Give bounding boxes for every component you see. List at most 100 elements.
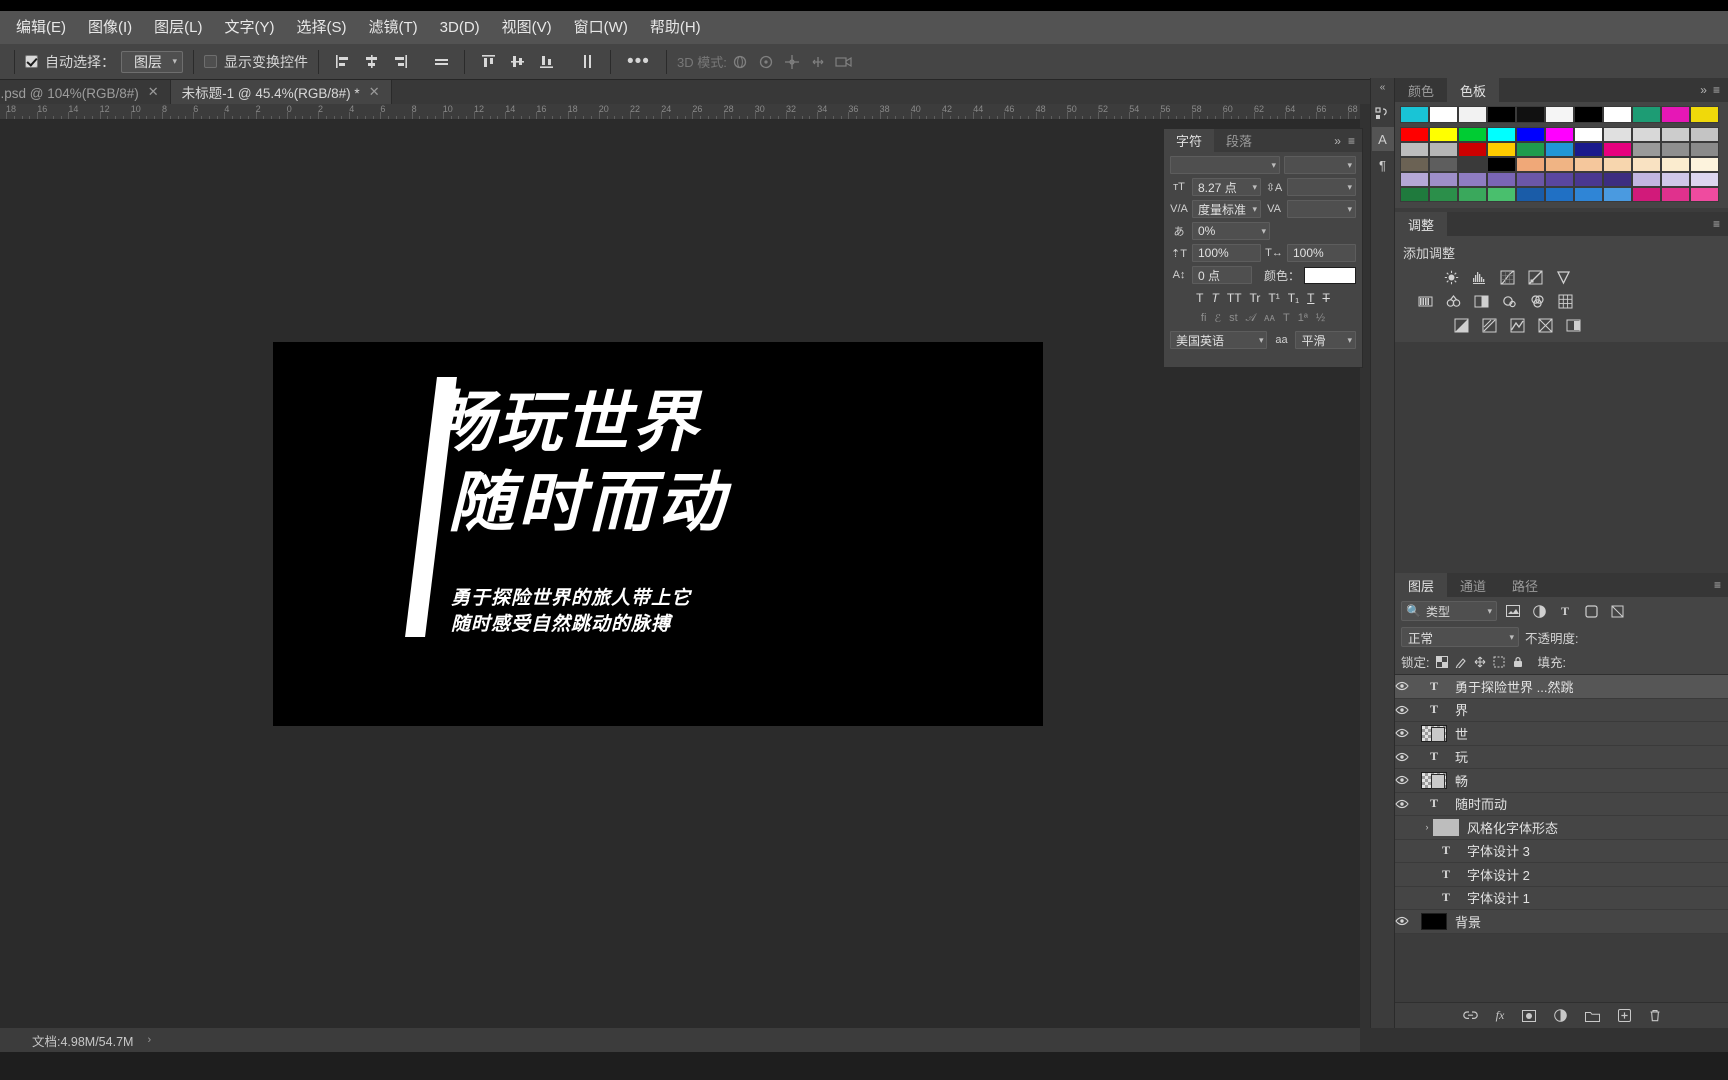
color-swatch[interactable] (1632, 187, 1661, 202)
color-swatch[interactable] (1400, 172, 1429, 187)
panel-menu-icon[interactable]: ≡ (1713, 217, 1720, 231)
color-swatch[interactable] (1690, 127, 1719, 142)
collapse-panels-icon[interactable]: « (1380, 82, 1386, 93)
color-swatch[interactable] (1690, 157, 1719, 172)
color-swatch[interactable] (1400, 157, 1429, 172)
color-swatch[interactable] (1574, 157, 1603, 172)
close-icon[interactable]: ✕ (148, 84, 159, 100)
color-swatch[interactable] (1487, 172, 1516, 187)
layer-row[interactable]: T玩 (1395, 745, 1728, 769)
shape-filter-icon[interactable] (1581, 601, 1601, 621)
color-swatch[interactable] (1458, 187, 1487, 202)
eye-icon[interactable] (1395, 916, 1421, 926)
layer-filter-dropdown[interactable]: 🔍 类型 ▾ (1401, 601, 1497, 621)
character-icon[interactable]: A (1371, 127, 1394, 151)
menu-item-5[interactable]: 滤镜(T) (358, 16, 429, 39)
color-swatch[interactable] (1458, 172, 1487, 187)
color-swatch[interactable] (1429, 187, 1458, 202)
lock-artboard-icon[interactable] (1493, 656, 1505, 668)
color-swatch[interactable] (1690, 172, 1719, 187)
panel-expand-icon[interactable]: » (1334, 134, 1341, 148)
color-swatch[interactable] (1661, 127, 1690, 142)
leading-input[interactable]: ▾ (1287, 178, 1356, 196)
tracking-input[interactable]: ▾ (1287, 200, 1356, 218)
align-top-edges-button[interactable] (428, 49, 454, 75)
levels-icon[interactable] (1469, 268, 1489, 286)
color-swatch[interactable] (1574, 127, 1603, 142)
menu-item-9[interactable]: 帮助(H) (639, 16, 712, 39)
color-swatch[interactable] (1632, 106, 1661, 123)
color-swatch[interactable] (1574, 187, 1603, 202)
photo-filter-icon[interactable] (1499, 292, 1519, 310)
color-swatch[interactable] (1690, 187, 1719, 202)
color-swatch[interactable] (1661, 172, 1690, 187)
brightness-icon[interactable] (1441, 268, 1461, 286)
ordinals-button[interactable]: 1ª (1298, 312, 1308, 325)
panel-expand-icon[interactable]: » (1700, 83, 1707, 97)
contextual-alternates-button[interactable]: ℰ (1214, 312, 1221, 325)
tab-color[interactable]: 颜色 (1395, 78, 1447, 102)
color-swatch[interactable] (1429, 127, 1458, 142)
eye-icon[interactable] (1395, 705, 1421, 715)
fractions-button[interactable]: ½ (1316, 312, 1325, 325)
menu-item-3[interactable]: 文字(Y) (214, 16, 286, 39)
channel-mixer-icon[interactable] (1527, 292, 1547, 310)
color-swatch[interactable] (1516, 127, 1545, 142)
tab-paragraph[interactable]: 段落 (1214, 129, 1264, 152)
layer-row[interactable]: 畅 (1395, 769, 1728, 793)
lock-transparent-icon[interactable] (1436, 655, 1449, 668)
font-style-input[interactable]: ▾ (1284, 156, 1356, 174)
group-icon[interactable] (1585, 1010, 1601, 1022)
color-swatch[interactable] (1458, 142, 1487, 157)
color-lookup-icon[interactable] (1555, 292, 1575, 310)
character-panel[interactable]: 字符 段落 » ≡ ▾ ▾ ᴛT 8.27 点 ▾ ⇳A ▾ V/A 度量标准 … (1163, 128, 1363, 368)
layer-row[interactable]: T 字体设计 2 (1395, 863, 1728, 887)
distribute-bottom-button[interactable] (533, 49, 559, 75)
menu-item-1[interactable]: 图像(I) (77, 16, 143, 39)
menu-item-4[interactable]: 选择(S) (286, 16, 358, 39)
color-swatch[interactable] (1487, 106, 1516, 123)
color-swatch[interactable] (1603, 142, 1632, 157)
document-tab-1[interactable]: 未标题-1 @ 45.4%(RGB/8#) * ✕ (170, 80, 392, 104)
color-swatch[interactable] (1516, 142, 1545, 157)
color-swatch[interactable] (1516, 172, 1545, 187)
eye-icon[interactable] (1395, 728, 1421, 738)
strikethrough-button[interactable]: T (1322, 291, 1329, 305)
image-filter-icon[interactable] (1503, 601, 1523, 621)
color-swatch[interactable] (1632, 157, 1661, 172)
tab-swatches[interactable]: 色板 (1447, 78, 1500, 102)
color-swatch[interactable] (1429, 106, 1458, 123)
color-swatch[interactable] (1603, 157, 1632, 172)
layer-row[interactable]: T界 (1395, 698, 1728, 722)
link-icon[interactable] (1462, 1010, 1478, 1021)
color-swatch[interactable] (1545, 106, 1574, 123)
more-options-button[interactable]: ••• (621, 51, 656, 73)
delete-icon[interactable] (1649, 1009, 1661, 1022)
panel-menu-icon[interactable]: ≡ (1348, 134, 1355, 148)
gradient-map-icon[interactable] (1535, 316, 1555, 334)
panel-menu-icon[interactable]: ≡ (1714, 578, 1721, 592)
tab-paths[interactable]: 路径 (1499, 573, 1551, 597)
invert-icon[interactable] (1451, 316, 1471, 334)
color-swatch[interactable] (1487, 157, 1516, 172)
color-swatch[interactable] (1632, 142, 1661, 157)
eye-icon[interactable] (1395, 799, 1421, 809)
layer-row[interactable]: 世 (1395, 722, 1728, 746)
color-swatch[interactable] (1429, 172, 1458, 187)
threshold-icon[interactable] (1507, 316, 1527, 334)
color-swatch[interactable] (1400, 187, 1429, 202)
layer-row[interactable]: T 勇于探险世界 ...然跳 (1395, 675, 1728, 699)
color-swatch[interactable] (1603, 187, 1632, 202)
color-swatch[interactable] (1429, 157, 1458, 172)
exposure-icon[interactable] (1525, 268, 1545, 286)
superscript-button[interactable]: T¹ (1268, 291, 1279, 305)
color-swatch[interactable] (1661, 187, 1690, 202)
color-swatch[interactable] (1603, 127, 1632, 142)
chevron-right-icon[interactable]: › (1421, 822, 1433, 832)
tab-adjustments[interactable]: 调整 (1395, 212, 1448, 236)
color-swatch[interactable] (1516, 187, 1545, 202)
align-left-edges-button[interactable] (329, 49, 355, 75)
titling-alternates-button[interactable]: T (1283, 312, 1290, 325)
color-swatch[interactable] (1574, 172, 1603, 187)
hue-saturation-icon[interactable] (1415, 292, 1435, 310)
